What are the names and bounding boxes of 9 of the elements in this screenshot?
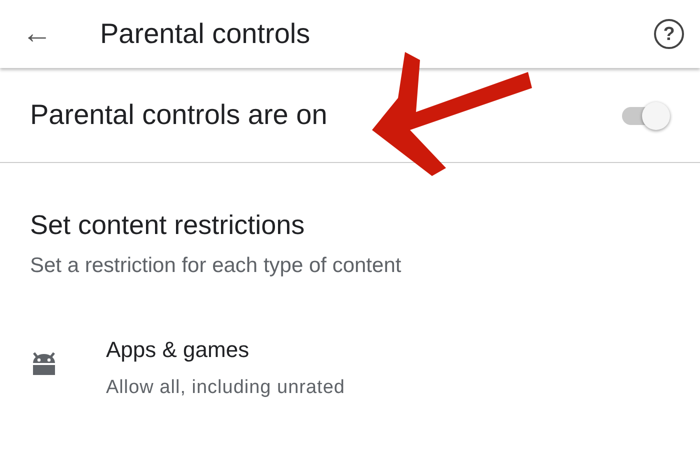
section-subtitle: Set a restriction for each type of content [30,252,402,278]
item-summary: Allow all, including unrated [106,376,345,400]
item-title: Apps & games [106,336,250,364]
switch-label: Parental controls are on [30,98,328,132]
screen-title: Parental controls [100,17,310,51]
section-title: Set content restrictions [30,209,306,242]
list-item[interactable]: Apps & games Allow all, including unrated [0,281,700,402]
help-button[interactable]: ? [654,19,684,49]
back-button[interactable]: ← [22,19,52,49]
